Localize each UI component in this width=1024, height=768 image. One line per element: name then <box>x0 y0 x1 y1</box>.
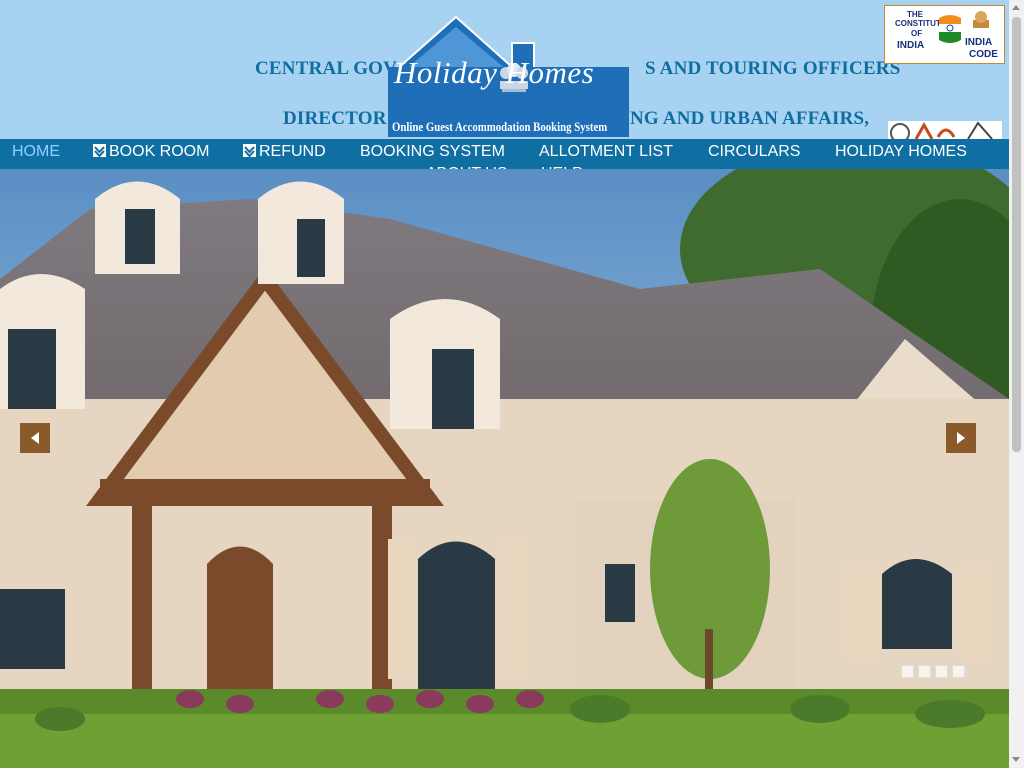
badge-text: INDIA <box>965 37 993 48</box>
badge-text: OF <box>911 29 923 38</box>
chevron-left-icon <box>31 432 39 444</box>
slider-pagination <box>901 665 969 683</box>
anniversary-logo-badge[interactable] <box>888 121 1002 141</box>
house-photo <box>0 169 1009 768</box>
emblem-small-icon <box>973 11 989 28</box>
nav-refund[interactable]: REFUND <box>243 143 326 161</box>
holiday-homes-logo[interactable]: Holiday Homes Online Guest Accommodation… <box>386 15 632 140</box>
nav-book-room[interactable]: BOOK ROOM <box>93 143 209 161</box>
slider-next-button[interactable] <box>946 423 976 453</box>
indian-flag-icon <box>939 15 961 43</box>
nav-home[interactable]: HOME <box>12 143 60 161</box>
scroll-down-arrow-icon[interactable] <box>1012 757 1020 762</box>
slider-dot-4[interactable] <box>952 665 965 678</box>
slider-dot-1[interactable] <box>901 665 914 678</box>
org-name-line2-right: NG AND URBAN AFFAIRS, <box>630 108 870 129</box>
anniversary-logo-icon <box>890 121 993 141</box>
org-name-line1-left: CENTRAL GOV <box>255 58 398 79</box>
nav-refund-label: REFUND <box>259 143 326 160</box>
org-name-line2-left: DIRECTOR <box>283 108 387 129</box>
logo-title: Holiday Homes <box>394 55 595 90</box>
nav-booking-system[interactable]: BOOKING SYSTEM <box>360 143 505 161</box>
vertical-scrollbar[interactable] <box>1009 0 1024 768</box>
slider-prev-button[interactable] <box>20 423 50 453</box>
nav-circulars[interactable]: CIRCULARS <box>708 143 800 161</box>
scroll-up-arrow-icon[interactable] <box>1012 5 1020 10</box>
badge-text: INDIA <box>897 40 925 51</box>
hero-slider-image <box>0 169 1009 768</box>
org-name-line1-right: S AND TOURING OFFICERS <box>645 58 901 79</box>
checkmark-icon <box>93 144 106 157</box>
checkmark-icon <box>243 144 256 157</box>
logo-subtitle: Online Guest Accommodation Booking Syste… <box>392 119 608 134</box>
site-header: CENTRAL GOV S AND TOURING OFFICERS DIREC… <box>0 0 1009 141</box>
scrollbar-thumb[interactable] <box>1012 17 1021 452</box>
badge-text: CODE <box>969 49 998 60</box>
nav-holiday-homes[interactable]: HOLIDAY HOMES <box>835 143 967 161</box>
slider-dot-2[interactable] <box>918 665 931 678</box>
nav-allotment-list[interactable]: ALLOTMENT LIST <box>539 143 673 161</box>
constitution-of-india-badge[interactable]: THE CONSTITUTION OF INDIA INDIA CODE <box>884 5 1005 64</box>
chevron-right-icon <box>957 432 965 444</box>
slider-dot-3[interactable] <box>935 665 948 678</box>
nav-book-room-label: BOOK ROOM <box>109 143 210 160</box>
badge-text: THE <box>907 10 923 19</box>
